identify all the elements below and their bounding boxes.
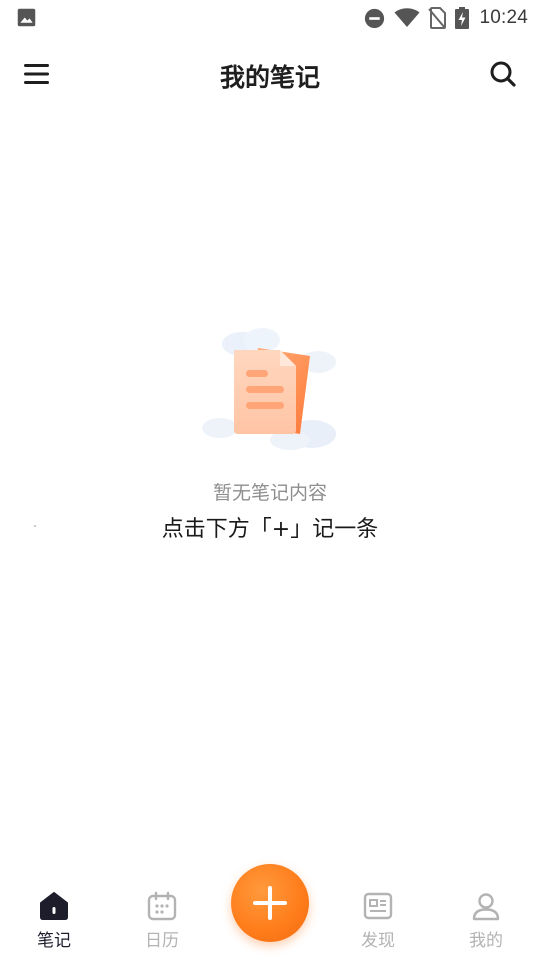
search-button[interactable] (486, 57, 520, 91)
battery-charging-icon (455, 7, 470, 29)
no-sim-icon (428, 7, 447, 29)
empty-notes-illustration (202, 328, 336, 450)
stray-dot (34, 525, 36, 527)
gallery-icon (17, 8, 36, 27)
app-header: 我的笔记 (0, 48, 540, 100)
tab-calendar-label: 日历 (145, 931, 179, 951)
status-bar: 10:24 (0, 0, 540, 36)
tab-discover[interactable]: 发现 (338, 890, 418, 956)
plus-icon (253, 886, 287, 920)
status-icons: 10:24 (364, 6, 528, 30)
tab-calendar[interactable]: 日历 (122, 890, 202, 956)
tab-mine-label: 我的 (469, 931, 503, 951)
tab-mine[interactable]: 我的 (446, 890, 526, 956)
tab-notes-label: 笔记 (37, 931, 71, 951)
tab-notes[interactable]: 笔记 (14, 890, 94, 956)
page-title: 我的笔记 (219, 63, 320, 92)
search-icon (490, 61, 516, 87)
wifi-icon (394, 8, 420, 27)
tab-discover-label: 发现 (361, 931, 395, 951)
empty-state-title: 暂无笔记内容 (212, 482, 327, 504)
add-note-button[interactable] (231, 864, 309, 942)
user-icon (470, 890, 502, 922)
news-icon (362, 890, 394, 922)
do-not-disturb-icon (365, 8, 385, 28)
calendar-icon (146, 890, 178, 922)
empty-state-hint: 点击下方「+」记一条 (161, 517, 379, 542)
status-time: 10:24 (479, 7, 528, 28)
home-icon (38, 890, 70, 922)
